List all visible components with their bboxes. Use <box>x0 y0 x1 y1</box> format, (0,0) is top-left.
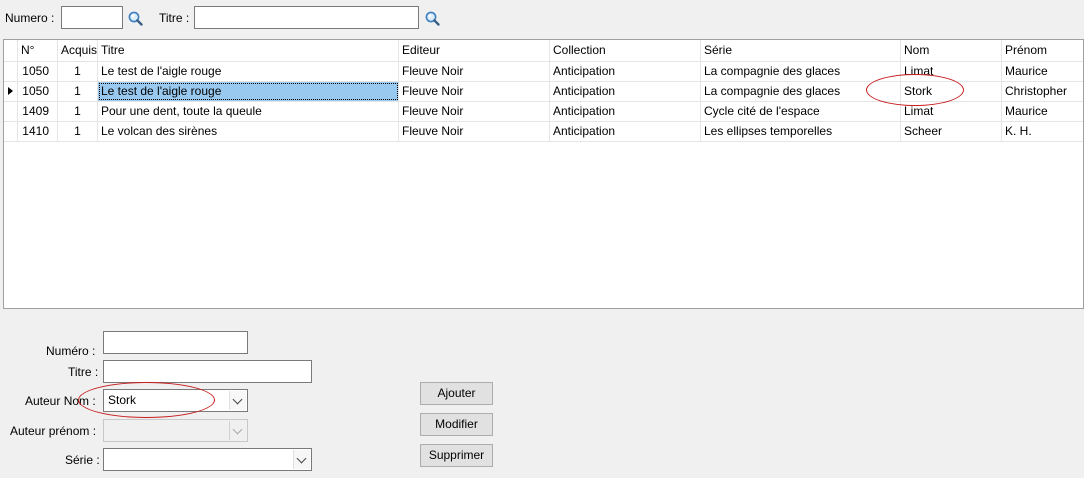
cell-acquis[interactable]: 1 <box>58 82 98 101</box>
cell-titre[interactable]: Le volcan des sirènes <box>98 122 399 141</box>
cell-serie[interactable]: La compagnie des glaces <box>701 62 901 81</box>
row-header[interactable] <box>4 82 18 101</box>
cell-serie[interactable]: La compagnie des glaces <box>701 82 901 101</box>
cell-numero[interactable]: 1409 <box>18 102 58 121</box>
cell-collection[interactable]: Anticipation <box>550 122 701 141</box>
titre-field[interactable] <box>103 360 312 383</box>
column-header-nom[interactable]: Nom <box>901 40 1002 61</box>
cell-prenom[interactable]: Maurice <box>1002 62 1083 81</box>
supprimer-button[interactable]: Supprimer <box>420 444 493 467</box>
search-icon[interactable] <box>424 10 442 28</box>
cell-collection[interactable]: Anticipation <box>550 102 701 121</box>
cell-titre[interactable]: Pour une dent, toute la queule <box>98 102 399 121</box>
books-grid[interactable]: N° Acquis Titre Editeur Collection Série… <box>3 39 1084 309</box>
dropdown-button[interactable] <box>293 450 310 469</box>
row-pointer-icon <box>8 87 13 95</box>
cell-titre-selected[interactable]: Le test de l'aigle rouge <box>98 82 399 101</box>
cell-numero[interactable]: 1050 <box>18 82 58 101</box>
column-header-titre[interactable]: Titre <box>98 40 399 61</box>
auteur-nom-select[interactable]: Stork <box>103 389 248 412</box>
grid-header: N° Acquis Titre Editeur Collection Série… <box>4 40 1083 62</box>
cell-editeur[interactable]: Fleuve Noir <box>399 102 550 121</box>
cell-editeur[interactable]: Fleuve Noir <box>399 62 550 81</box>
cell-acquis[interactable]: 1 <box>58 122 98 141</box>
numero-search-label: Numero : <box>5 11 55 25</box>
table-row[interactable]: 1409 1 Pour une dent, toute la queule Fl… <box>4 102 1083 122</box>
auteur-nom-value: Stork <box>108 393 137 407</box>
ajouter-button[interactable]: Ajouter <box>420 382 493 405</box>
column-header-collection[interactable]: Collection <box>550 40 701 61</box>
cell-collection[interactable]: Anticipation <box>550 82 701 101</box>
cell-prenom[interactable]: K. H. <box>1002 122 1083 141</box>
cell-serie[interactable]: Les ellipses temporelles <box>701 122 901 141</box>
cell-nom[interactable]: Scheer <box>901 122 1002 141</box>
chevron-down-icon <box>296 453 307 464</box>
chevron-down-icon <box>232 394 243 405</box>
cell-editeur[interactable]: Fleuve Noir <box>399 82 550 101</box>
cell-prenom[interactable]: Christopher <box>1002 82 1083 101</box>
dropdown-button[interactable] <box>229 391 246 410</box>
cell-acquis[interactable]: 1 <box>58 102 98 121</box>
row-header[interactable] <box>4 122 18 141</box>
numero-label: Numéro : <box>46 344 96 358</box>
cell-titre[interactable]: Le test de l'aigle rouge <box>98 62 399 81</box>
column-header-serie[interactable]: Série <box>701 40 901 61</box>
titre-search-label: Titre : <box>159 11 190 25</box>
serie-label: Série : <box>65 453 100 467</box>
column-header-acquis[interactable]: Acquis <box>58 40 98 61</box>
search-icon[interactable] <box>127 10 145 28</box>
table-row[interactable]: 1050 1 Le test de l'aigle rouge Fleuve N… <box>4 62 1083 82</box>
cell-numero[interactable]: 1050 <box>18 62 58 81</box>
auteur-prenom-label: Auteur prénom : <box>10 424 97 438</box>
header-corner <box>4 40 18 61</box>
row-header[interactable] <box>4 102 18 121</box>
numero-search-input[interactable] <box>61 6 123 29</box>
numero-field[interactable] <box>103 331 248 354</box>
cell-nom[interactable]: Stork <box>901 82 1002 101</box>
cell-nom[interactable]: Limat <box>901 62 1002 81</box>
chevron-down-icon <box>232 424 243 435</box>
cell-editeur[interactable]: Fleuve Noir <box>399 122 550 141</box>
cell-serie[interactable]: Cycle cité de l'espace <box>701 102 901 121</box>
cell-numero[interactable]: 1410 <box>18 122 58 141</box>
dropdown-button <box>229 421 246 440</box>
column-header-prenom[interactable]: Prénom <box>1002 40 1083 61</box>
cell-acquis[interactable]: 1 <box>58 62 98 81</box>
serie-select[interactable] <box>103 448 312 471</box>
auteur-nom-label: Auteur Nom : <box>25 394 96 408</box>
titre-search-input[interactable] <box>194 6 419 29</box>
table-row[interactable]: 1410 1 Le volcan des sirènes Fleuve Noir… <box>4 122 1083 142</box>
column-header-editeur[interactable]: Editeur <box>399 40 550 61</box>
auteur-prenom-select <box>103 419 248 442</box>
cell-nom[interactable]: Limat <box>901 102 1002 121</box>
titre-label: Titre : <box>68 365 99 379</box>
column-header-numero[interactable]: N° <box>18 40 58 61</box>
row-header[interactable] <box>4 62 18 81</box>
modifier-button[interactable]: Modifier <box>420 413 493 436</box>
table-row-selected[interactable]: 1050 1 Le test de l'aigle rouge Fleuve N… <box>4 82 1083 102</box>
cell-prenom[interactable]: Maurice <box>1002 102 1083 121</box>
cell-collection[interactable]: Anticipation <box>550 62 701 81</box>
